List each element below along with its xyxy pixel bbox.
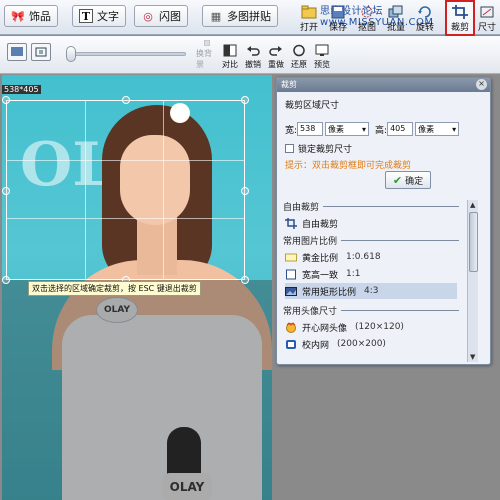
chevron-down-icon: ▾ [362,124,367,134]
preview-icon [315,44,329,56]
xiaonei-icon [286,339,296,349]
restore-tool[interactable]: 还原 [288,40,310,70]
rotate-icon [418,6,431,18]
collage-icon: ▦ [210,9,222,23]
open-tool[interactable]: 打开 [296,2,322,33]
width-label: 宽: [285,125,298,136]
option-xiaonei-avatar[interactable]: 校内网 (200×200) [285,336,457,352]
square-ratio-icon [286,269,296,279]
group-image-ratio: 常用图片比例 [283,234,459,247]
scroll-thumb[interactable] [469,212,478,272]
crop-icon [452,5,468,19]
option-rect-ratio[interactable]: 常用矩形比例 4:3 [285,283,457,299]
golden-ratio-icon [285,253,297,261]
panel-title: 裁剪 [277,78,490,92]
options-scrollbar[interactable]: ▲ ▼ [467,200,478,362]
save-icon [331,5,345,19]
zoom-slider-knob[interactable] [66,46,76,62]
lock-size-checkbox[interactable] [285,144,294,153]
crop-grid-line [7,218,244,220]
free-crop-icon [285,217,297,229]
batch-icon [388,5,403,18]
crop-tool[interactable]: 裁剪 [447,2,473,33]
lock-size-row[interactable]: 锁定裁剪尺寸 [285,142,352,155]
main-toolbar: 🎀 饰品 T 文字 ◎ 闪图 ▦ 多图拼贴 思缘设计论坛 www.MISSYUA… [0,0,500,36]
option-golden-ratio[interactable]: 黄金比例 1:0.618 [285,249,457,265]
height-label: 高: [375,125,388,136]
scroll-down-icon[interactable]: ▼ [470,353,475,361]
group-avatar-size: 常用头像尺寸 [283,304,459,317]
height-input[interactable]: 405 [387,122,414,136]
crop-grid-line [163,101,165,279]
fit-screen-icon[interactable] [31,43,51,61]
option-square-ratio[interactable]: 宽高一致 1:1 [285,266,457,282]
width-input[interactable]: 538 [297,122,324,136]
group-free-crop: 自由裁剪 [283,200,459,213]
height-unit-value: 像素 [418,124,435,134]
rect-ratio-icon [285,286,297,296]
redo-tool[interactable]: 重做 [265,40,287,70]
text-icon: T [79,9,93,23]
outside-crop-shade [2,280,272,500]
undo-tool[interactable]: 撤销 [242,40,264,70]
confirm-button[interactable]: ✔ 确定 [385,171,431,189]
size-fields-row: 宽: 538 像素 ▾ 高: 405 像素 ▾ [285,122,460,136]
bow-icon: 🎀 [11,9,25,23]
resize-icon [480,6,494,18]
crop-grid-line [85,101,87,279]
width-unit-select[interactable]: 像素 ▾ [325,122,370,136]
compare-tool[interactable]: 对比 [219,40,241,70]
collage-button[interactable]: ▦ 多图拼贴 [202,5,278,27]
compare-icon [223,44,237,57]
preview-tool[interactable]: 预览 [311,40,333,70]
crop-handle-left[interactable] [2,187,10,195]
undo-icon [247,46,260,56]
text-button[interactable]: T 文字 [72,5,126,27]
crop-hint: 双击选择的区域确定裁剪，按 ESC 键退出裁剪 [28,281,201,296]
batch-tool[interactable]: 批量 [383,2,409,33]
save-tool[interactable]: 保存 [325,2,351,33]
crop-handle-top-right[interactable] [241,96,249,104]
kaixin-icon [286,321,296,333]
cutout-icon [361,6,373,18]
flash-button[interactable]: ◎ 闪图 [134,5,188,27]
chevron-down-icon: ▾ [452,124,457,134]
crop-tip: 提示：双击裁剪框即可完成裁剪 [285,161,412,171]
open-icon [301,5,317,19]
change-background-tool[interactable]: 换背景 [196,40,218,70]
crop-handle-top-left[interactable] [2,96,10,104]
flash-icon: ◎ [143,9,153,23]
crop-grid-line [7,159,244,161]
check-icon: ✔ [392,173,403,187]
cutout-tool[interactable]: 抠图 [354,2,380,33]
crop-size-heading: 裁剪区域尺寸 [285,101,340,111]
crop-panel: 裁剪 × 裁剪区域尺寸 宽: 538 像素 ▾ 高: 405 像素 ▾ 锁定裁剪尺寸… [276,77,491,365]
redo-icon [269,46,282,56]
zoom-slider-track[interactable] [66,52,186,56]
restore-icon [293,44,305,57]
crop-handle-top[interactable] [122,96,130,104]
resize-tool[interactable]: 尺寸 [474,2,500,33]
close-icon[interactable]: × [476,79,487,90]
monitor-icon[interactable] [7,43,27,61]
option-free-crop[interactable]: 自由裁剪 [285,215,457,231]
image-canvas[interactable]: OLAY OLAY OLAY 538*405 双击选择的区域确定裁剪，按 ESC… [0,75,500,500]
background-icon [204,40,210,46]
width-unit-value: 像素 [328,124,345,134]
crop-handle-right[interactable] [241,187,249,195]
rotate-tool[interactable]: 旋转 [412,2,438,33]
lock-size-label: 锁定裁剪尺寸 [298,145,353,155]
view-toolbar: 换背景 对比 撤销 重做 还原 预览 [0,36,500,74]
crop-box[interactable] [2,96,249,284]
option-kaixin-avatar[interactable]: 开心网头像 (120×120) [285,319,457,335]
scroll-up-icon[interactable]: ▲ [470,201,475,209]
crop-handle-bottom-right[interactable] [241,276,249,284]
crop-size-readout: 538*405 [2,85,41,94]
height-unit-select[interactable]: 像素 ▾ [415,122,460,136]
accessories-button[interactable]: 🎀 饰品 [4,5,58,27]
crop-handle-bottom-left[interactable] [2,276,10,284]
